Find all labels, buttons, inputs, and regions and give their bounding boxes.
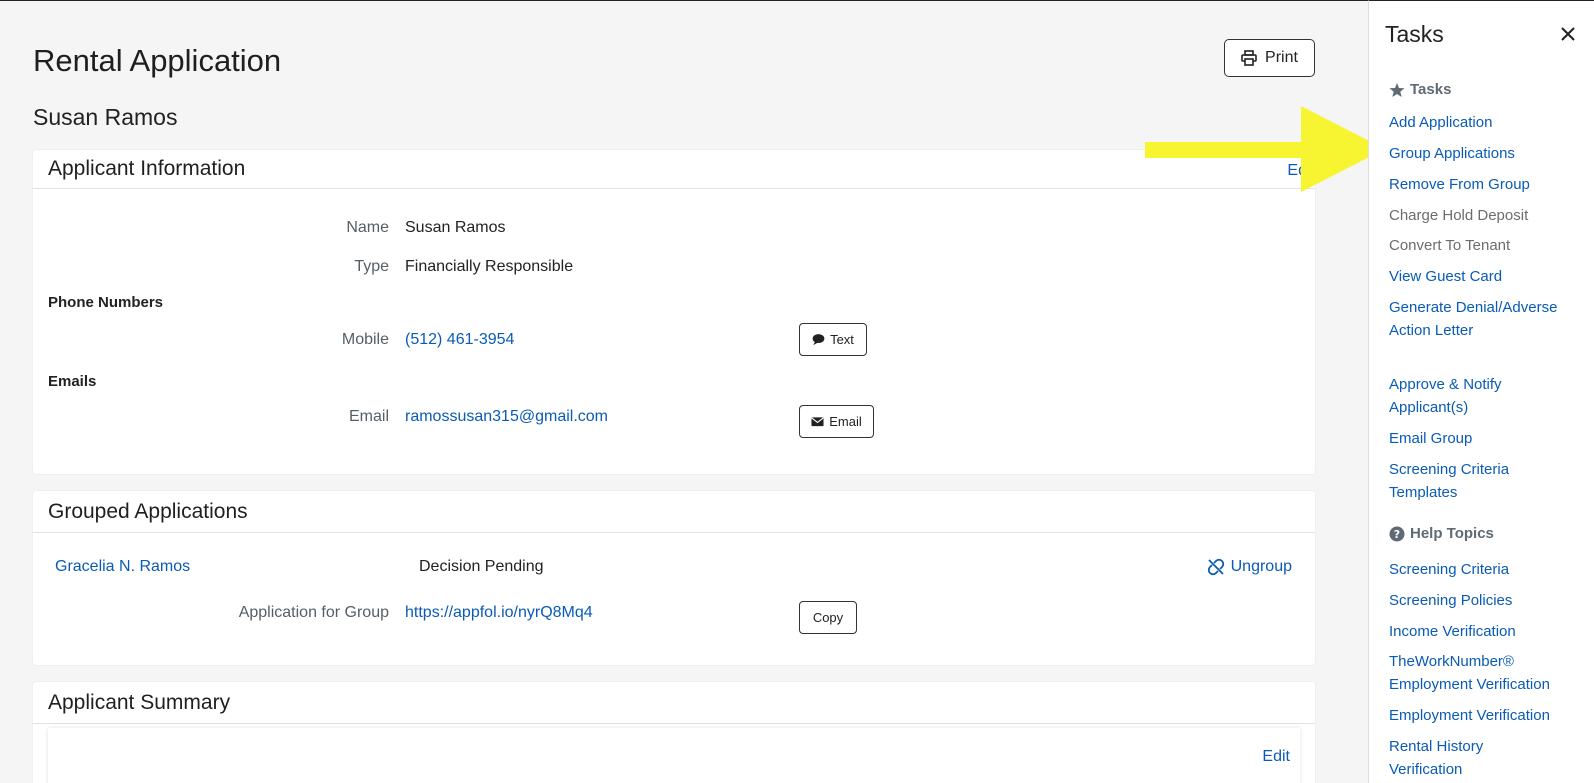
task-add-application[interactable]: Add Application [1389, 111, 1579, 134]
ungroup-label: Ungroup [1230, 558, 1292, 575]
printer-icon [1241, 50, 1257, 66]
mobile-phone-link[interactable]: (512) 461-3954 [405, 331, 514, 349]
applicant-information-card: Applicant Information Ed Name Susan Ramo… [33, 150, 1315, 474]
email-button[interactable]: Email [799, 405, 874, 438]
task-charge-hold-deposit: Charge Hold Deposit [1389, 207, 1529, 224]
task-remove-from-group[interactable]: Remove From Group [1389, 173, 1579, 196]
help-employment-verification[interactable]: Employment Verification [1389, 704, 1589, 727]
type-label: Type [354, 258, 389, 275]
emails-section-heading: Emails [48, 373, 97, 390]
task-email-group[interactable]: Email Group [1389, 427, 1579, 450]
tasks-heading: Tasks [1389, 81, 1451, 98]
help-topics-heading: ? Help Topics [1389, 525, 1494, 542]
task-view-guest-card[interactable]: View Guest Card [1389, 265, 1579, 288]
page-title: Rental Application [33, 43, 282, 78]
card-title: Grouped Applications [48, 500, 248, 523]
applicant-name: Susan Ramos [33, 104, 178, 130]
task-convert-to-tenant: Convert To Tenant [1389, 237, 1511, 254]
question-circle-icon: ? [1389, 526, 1405, 541]
svg-text:?: ? [1394, 528, 1400, 541]
mobile-label: Mobile [341, 331, 389, 348]
summary-panel: Edit [48, 728, 1300, 783]
grouped-applications-card: Grouped Applications Gracelia N. Ramos D… [33, 491, 1315, 665]
help-heading-label: Help Topics [1410, 525, 1494, 542]
card-header: Applicant Information Ed [33, 150, 1315, 189]
tasks-sidebar: Tasks Tasks Add Application Group Applic… [1368, 0, 1594, 783]
email-button-label: Email [829, 414, 862, 429]
grouped-applicant-link[interactable]: Gracelia N. Ramos [55, 558, 190, 576]
group-link-label: Application for Group [238, 604, 389, 621]
task-group-applications[interactable]: Group Applications [1389, 142, 1579, 165]
star-icon [1389, 82, 1405, 97]
unlink-icon [1207, 558, 1224, 576]
task-generate-denial-letter[interactable]: Generate Denial/Adverse Action Letter [1389, 296, 1564, 342]
sidebar-title: Tasks [1385, 21, 1444, 47]
envelope-icon [811, 417, 824, 427]
help-theworknumber[interactable]: TheWorkNumber® Employment Verification [1389, 650, 1569, 696]
card-header: Grouped Applications [33, 491, 1315, 533]
edit-summary-link[interactable]: Edit [1262, 748, 1290, 766]
name-label: Name [346, 219, 389, 236]
chat-bubble-icon [812, 334, 825, 346]
close-icon[interactable] [1559, 25, 1577, 43]
phone-section-heading: Phone Numbers [48, 294, 164, 311]
help-screening-policies[interactable]: Screening Policies [1389, 589, 1579, 612]
grouped-applicant-status: Decision Pending [419, 558, 544, 575]
print-label: Print [1265, 49, 1298, 66]
card-title: Applicant Summary [48, 691, 231, 714]
email-label: Email [348, 408, 389, 425]
email-address-link[interactable]: ramossusan315@gmail.com [405, 408, 608, 426]
name-value: Susan Ramos [405, 219, 506, 236]
text-button[interactable]: Text [799, 323, 867, 356]
help-rental-history-verification[interactable]: Rental History Verification [1389, 735, 1519, 781]
copy-button[interactable]: Copy [799, 601, 857, 634]
help-screening-criteria[interactable]: Screening Criteria [1389, 558, 1579, 581]
edit-applicant-link[interactable]: Ed [1287, 162, 1307, 180]
task-screening-criteria-templates[interactable]: Screening Criteria Templates [1389, 458, 1539, 504]
card-header: Applicant Summary [33, 682, 1315, 724]
help-income-verification[interactable]: Income Verification [1389, 620, 1579, 643]
card-title: Applicant Information [48, 157, 246, 180]
task-approve-notify[interactable]: Approve & Notify Applicant(s) [1389, 373, 1564, 419]
applicant-summary-card: Applicant Summary Edit [33, 682, 1315, 783]
print-button[interactable]: Print [1224, 39, 1315, 77]
text-button-label: Text [830, 332, 854, 347]
type-value: Financially Responsible [405, 258, 574, 275]
main-content: Rental Application Print Susan Ramos App… [0, 0, 1368, 783]
group-application-url[interactable]: https://appfol.io/nyrQ8Mq4 [405, 604, 593, 622]
ungroup-link[interactable]: Ungroup [1207, 558, 1292, 576]
tasks-heading-label: Tasks [1410, 81, 1452, 98]
